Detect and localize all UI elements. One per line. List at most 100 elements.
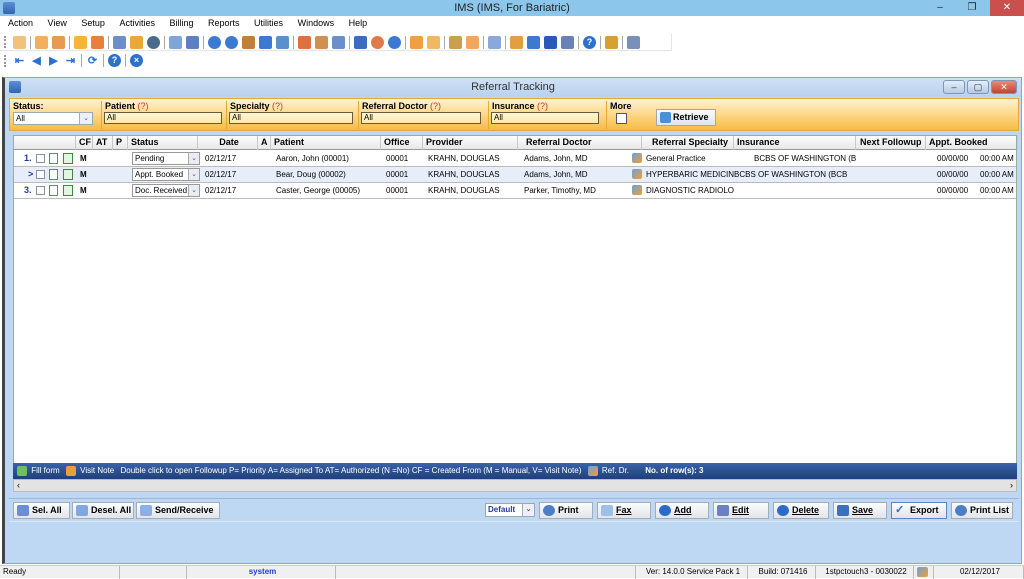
profile-icon[interactable] <box>466 35 479 49</box>
restore-button[interactable]: ❐ <box>958 0 986 16</box>
claims-icon[interactable] <box>259 35 272 49</box>
document-icon[interactable] <box>169 35 182 49</box>
specialty-help-link[interactable]: (?) <box>272 101 283 111</box>
fax-button[interactable]: Fax <box>597 502 651 519</box>
menu-view[interactable]: View <box>42 16 73 31</box>
status-select[interactable]: Pending ⌄ <box>132 152 200 165</box>
referral-doctor-icon[interactable] <box>632 169 642 179</box>
export-icon[interactable] <box>527 35 540 49</box>
chevron-down-icon[interactable]: ⌄ <box>188 185 199 196</box>
child-close-button[interactable]: ✕ <box>991 80 1017 94</box>
dollar-icon[interactable] <box>208 35 221 49</box>
help-icon[interactable]: ? <box>108 54 121 67</box>
menu-action[interactable]: Action <box>0 16 39 31</box>
billing-icon[interactable] <box>225 35 238 49</box>
menu-reports[interactable]: Reports <box>202 16 246 31</box>
scheduler-icon[interactable] <box>315 35 328 49</box>
header-patient[interactable]: Patient <box>271 136 381 150</box>
scroll-right-icon[interactable]: › <box>1010 480 1013 490</box>
patient-help-link[interactable]: (?) <box>138 101 149 111</box>
refresh-icon[interactable]: ⟳ <box>86 54 99 67</box>
first-record-icon[interactable]: ⇤ <box>13 54 26 67</box>
menu-activities[interactable]: Activities <box>113 16 161 31</box>
shield-icon[interactable] <box>147 35 160 49</box>
horizontal-scrollbar[interactable]: ‹ › <box>13 479 1017 492</box>
patient-icon[interactable] <box>13 35 26 49</box>
next-record-icon[interactable]: ▶ <box>47 54 60 67</box>
select-all-button[interactable]: Sel. All <box>13 502 70 519</box>
table-row[interactable]: 1. M Pending ⌄ 02/12/17 Aaron, John (000… <box>14 151 1016 167</box>
header-referral-doctor[interactable]: Referral Doctor <box>518 136 642 150</box>
fill-form-icon[interactable] <box>63 185 73 196</box>
retrieve-button[interactable]: Retrieve <box>656 109 716 126</box>
table-row[interactable]: > M Appt. Booked ⌄ 02/12/17 Bear, Doug (… <box>14 167 1016 183</box>
help-icon[interactable]: ? <box>583 35 596 49</box>
status-select[interactable]: Appt. Booked ⌄ <box>132 168 200 181</box>
fill-form-icon[interactable] <box>63 169 73 180</box>
edit-button[interactable]: Edit <box>713 502 769 519</box>
form-icon[interactable] <box>186 35 199 49</box>
copy-icon[interactable] <box>488 35 501 49</box>
document-icon[interactable] <box>49 169 58 180</box>
box2-icon[interactable] <box>388 35 401 49</box>
status-select[interactable]: Doc. Received ⌄ <box>132 184 200 197</box>
header-appt-booked[interactable]: Appt. Booked <box>926 136 1018 150</box>
document-icon[interactable] <box>49 153 58 164</box>
header-office[interactable]: Office <box>381 136 423 150</box>
folder-icon[interactable] <box>74 35 87 49</box>
chevron-down-icon[interactable]: ⌄ <box>522 504 534 516</box>
header-a[interactable]: A <box>258 136 271 150</box>
table-row[interactable]: 3. M Doc. Received ⌄ 02/12/17 Caster, Ge… <box>14 183 1016 199</box>
scroll-left-icon[interactable]: ‹ <box>17 480 20 490</box>
header-status[interactable]: Status <box>128 136 198 150</box>
header-date[interactable]: Date <box>198 136 258 150</box>
insurance-help-link[interactable]: (?) <box>537 101 548 111</box>
note-edit-icon[interactable] <box>91 35 104 49</box>
referral-doctor-help-link[interactable]: (?) <box>430 101 441 111</box>
toolbar-grip[interactable] <box>4 36 7 48</box>
header-at[interactable]: AT <box>93 136 113 150</box>
box-icon[interactable] <box>371 35 384 49</box>
transfer-icon[interactable] <box>510 35 523 49</box>
report-icon[interactable] <box>332 35 345 49</box>
toolbar-grip[interactable] <box>4 54 7 67</box>
deselect-all-button[interactable]: Desel. All <box>72 502 134 519</box>
print-list-button[interactable]: Print List <box>951 502 1013 519</box>
row-checkbox[interactable] <box>36 186 45 195</box>
header-cf[interactable]: CF <box>76 136 93 150</box>
referral-doctor-icon[interactable] <box>632 153 642 163</box>
document-icon[interactable] <box>49 185 58 196</box>
delete-button[interactable]: Delete <box>773 502 829 519</box>
clipboard-icon[interactable] <box>427 35 440 49</box>
status-select[interactable]: All ⌄ <box>13 112 93 125</box>
word-icon[interactable] <box>544 35 557 49</box>
header-referral-specialty[interactable]: Referral Specialty <box>642 136 734 150</box>
header-insurance[interactable]: Insurance <box>734 136 856 150</box>
export-button[interactable]: ✓ Export <box>891 502 947 519</box>
patient-input[interactable]: All <box>104 112 222 124</box>
menu-billing[interactable]: Billing <box>163 16 199 31</box>
more-checkbox[interactable] <box>616 113 627 124</box>
referral-doctor-icon[interactable] <box>632 185 642 195</box>
row-checkbox[interactable] <box>36 154 45 163</box>
add-button[interactable]: Add <box>655 502 709 519</box>
task-icon[interactable] <box>561 35 574 49</box>
specialty-input[interactable]: All <box>229 112 353 124</box>
collection-icon[interactable] <box>276 35 289 49</box>
menu-windows[interactable]: Windows <box>292 16 341 31</box>
menu-help[interactable]: Help <box>343 16 374 31</box>
patient-check-icon[interactable] <box>52 35 65 49</box>
close-icon[interactable]: × <box>130 54 143 67</box>
referral-doctor-input[interactable]: All <box>361 112 481 124</box>
payment-icon[interactable] <box>242 35 255 49</box>
patient-edit-icon[interactable] <box>35 35 48 49</box>
rx-icon[interactable] <box>113 35 126 49</box>
header-p[interactable]: P <box>113 136 128 150</box>
bar-chart-icon[interactable] <box>449 35 462 49</box>
header-next-followup[interactable]: Next Followup <box>856 136 926 150</box>
close-button[interactable]: ✕ <box>990 0 1024 16</box>
save-button[interactable]: Save <box>833 502 887 519</box>
child-maximize-button[interactable]: ▢ <box>967 80 989 94</box>
send-icon[interactable] <box>354 35 367 49</box>
child-minimize-button[interactable]: – <box>943 80 965 94</box>
